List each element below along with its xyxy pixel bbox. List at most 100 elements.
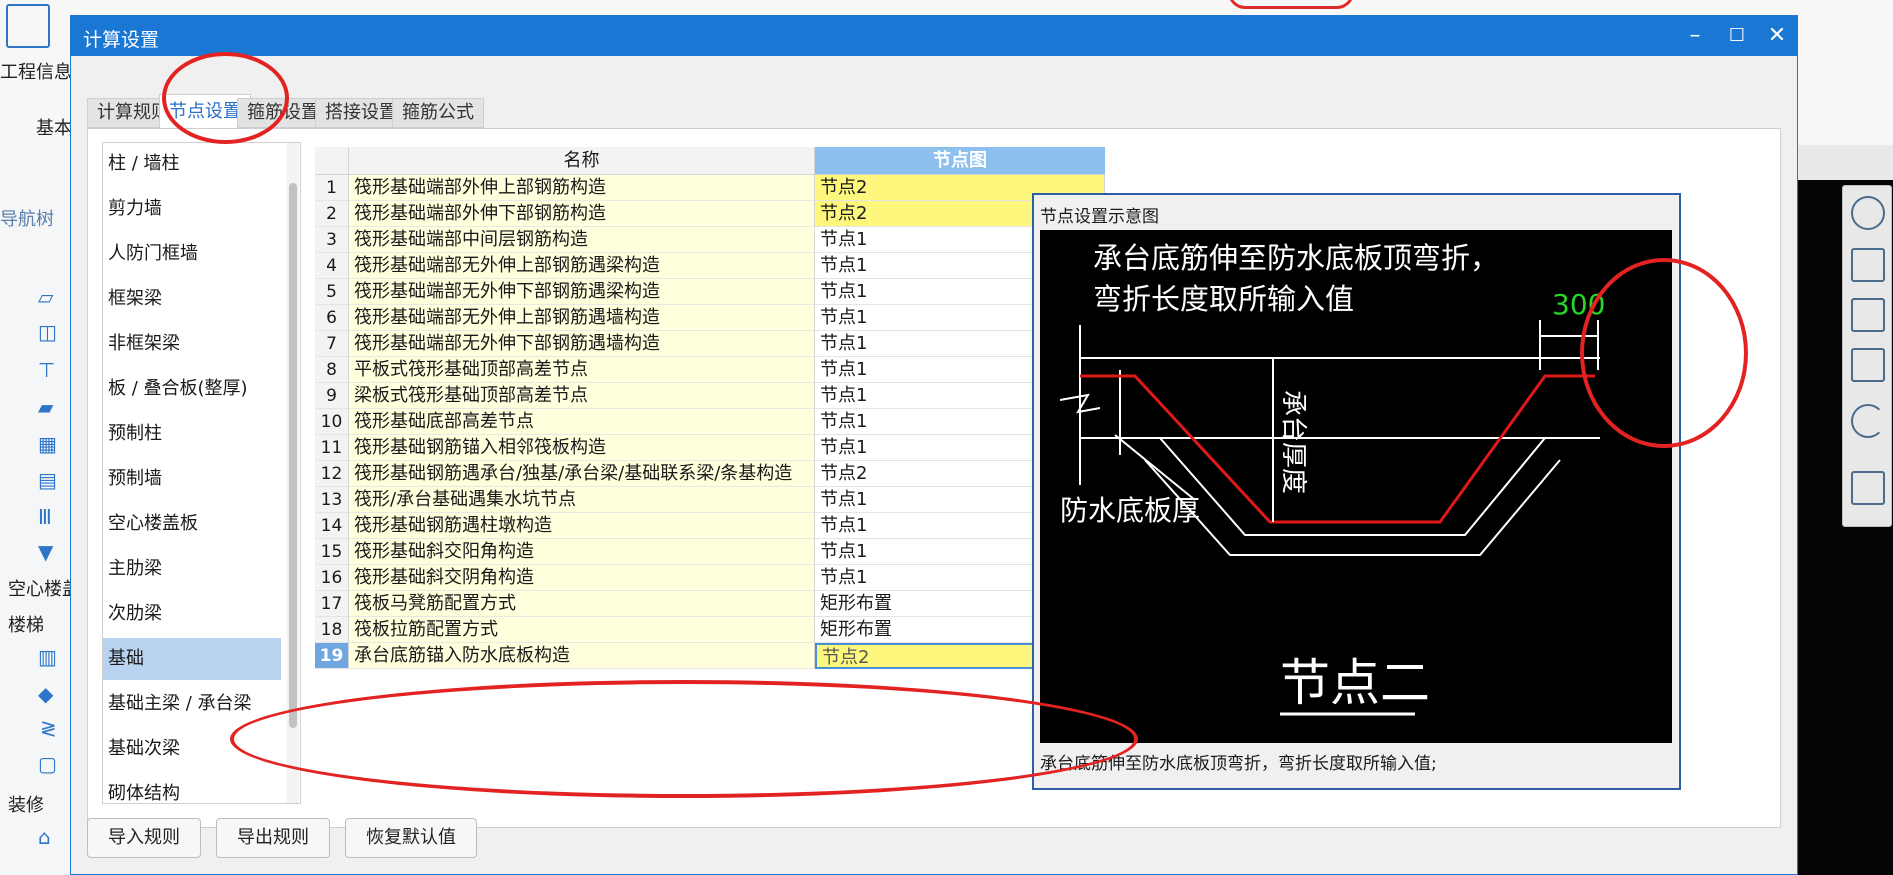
row-name: 筏形基础钢筋锚入相邻筏板构造 xyxy=(349,435,815,461)
table-row[interactable]: 15 筏形基础斜交阳角构造 节点1 xyxy=(315,539,1105,565)
maximize-button[interactable]: ☐ xyxy=(1717,21,1757,51)
row-number: 3 xyxy=(315,227,349,253)
table-row[interactable]: 16 筏形基础斜交阴角构造 节点1 xyxy=(315,565,1105,591)
rotate-icon[interactable] xyxy=(1851,404,1885,438)
row-name: 筏形基础端部无外伸上部钢筋遇梁构造 xyxy=(349,253,815,279)
table-row[interactable]: 3 筏形基础端部中间层钢筋构造 节点1 xyxy=(315,227,1105,253)
left-nav-panel xyxy=(0,145,70,875)
node-diagram: 承台底筋伸至防水底板顶弯折， 弯折长度取所输入值 300 承台厚度 防水底板厚 … xyxy=(1040,230,1672,743)
row-name: 筏形基础端部无外伸上部钢筋遇墙构造 xyxy=(349,305,815,331)
row-number: 11 xyxy=(315,435,349,461)
category-item[interactable]: 板 / 叠合板(整厚) xyxy=(103,368,281,410)
nav-tree-label: 导航树 xyxy=(0,209,54,230)
layer-view-icon[interactable] xyxy=(1851,471,1885,505)
nav-home-icon[interactable]: ⌂ xyxy=(38,825,51,849)
table-row[interactable]: 10 筏形基础底部高差节点 节点1 xyxy=(315,409,1105,435)
orbit-icon[interactable] xyxy=(1851,196,1885,230)
diagram-waterproof-label: 防水底板厚 xyxy=(1060,494,1200,527)
category-scrollbar[interactable] xyxy=(287,143,299,803)
row-name: 筏形基础钢筋遇承台/独基/承台梁/基础联系梁/条基构造 xyxy=(349,461,815,487)
category-item[interactable]: 次肋梁 xyxy=(103,593,281,635)
nav-pile-icon[interactable]: ▤ xyxy=(38,468,57,492)
table-row[interactable]: 2 筏形基础端部外伸下部钢筋构造 节点2 xyxy=(315,201,1105,227)
category-item[interactable]: 基础主梁 / 承台梁 xyxy=(103,683,281,725)
row-name: 承台底筋锚入防水底板构造 xyxy=(349,643,815,669)
diagram-node-title: 节点二 xyxy=(1280,654,1430,712)
box-view-icon[interactable] xyxy=(1851,298,1885,332)
table-row[interactable]: 11 筏形基础钢筋锚入相邻筏板构造 节点1 xyxy=(315,435,1105,461)
category-item[interactable]: 砌体结构 xyxy=(103,773,281,803)
pit-outer-outline xyxy=(1144,459,1561,556)
annotation-circle-top xyxy=(1228,0,1354,9)
diagram-thickness-label: 承台厚度 xyxy=(1278,390,1308,494)
restore-defaults-button[interactable]: 恢复默认值 xyxy=(345,818,477,858)
dialog-titlebar[interactable]: 计算设置 – ☐ ✕ xyxy=(71,16,1797,56)
category-scroll-thumb[interactable] xyxy=(289,183,297,728)
table-row[interactable]: 18 筏板拉筋配置方式 矩形布置 xyxy=(315,617,1105,643)
table-row[interactable]: 14 筏形基础钢筋遇柱墩构造 节点1 xyxy=(315,513,1105,539)
grid-header-name[interactable]: 名称 xyxy=(349,147,815,175)
row-number: 16 xyxy=(315,565,349,591)
table-row[interactable]: 5 筏形基础端部无外伸下部钢筋遇梁构造 节点1 xyxy=(315,279,1105,305)
node-preview-panel: 节点设置示意图 承台底筋伸至防水底板顶弯折， 弯折长度取所输入值 300 承台厚… xyxy=(1032,193,1681,790)
category-item[interactable]: 非框架梁 xyxy=(103,323,281,365)
table-row[interactable]: 8 平板式筏形基础顶部高差节点 节点1 xyxy=(315,357,1105,383)
category-item[interactable]: 基础 xyxy=(103,638,281,680)
project-info-icon[interactable] xyxy=(6,4,50,48)
nav-foundation-icon[interactable]: ▦ xyxy=(38,432,57,456)
nav-item-stairs[interactable]: 楼梯 xyxy=(8,611,44,637)
category-item[interactable]: 剪力墙 xyxy=(103,188,281,230)
table-row[interactable]: 1 筏形基础端部外伸上部钢筋构造 节点2 xyxy=(315,175,1105,201)
table-row[interactable]: 12 筏形基础钢筋遇承台/独基/承台梁/基础联系梁/条基构造 节点2 xyxy=(315,461,1105,487)
dialog-title: 计算设置 xyxy=(83,29,160,51)
category-item[interactable]: 主肋梁 xyxy=(103,548,281,590)
row-name: 平板式筏形基础顶部高差节点 xyxy=(349,357,815,383)
table-row[interactable]: 6 筏形基础端部无外伸上部钢筋遇墙构造 节点1 xyxy=(315,305,1105,331)
category-item[interactable]: 空心楼盖板 xyxy=(103,503,281,545)
nav-beam-icon[interactable]: ▱ xyxy=(38,285,53,309)
nav-room-icon[interactable]: ▢ xyxy=(38,752,57,776)
category-item[interactable]: 基础次梁 xyxy=(103,728,281,770)
nav-strip-icon[interactable]: Ⅲ xyxy=(38,505,52,529)
view-3d-icon[interactable] xyxy=(1851,248,1885,282)
table-row[interactable]: 4 筏形基础端部无外伸上部钢筋遇梁构造 节点1 xyxy=(315,253,1105,279)
category-item[interactable]: 柱 / 墙柱 xyxy=(103,143,281,185)
diagram-dimension-value: 300 xyxy=(1552,288,1605,321)
row-name: 筏形基础端部外伸上部钢筋构造 xyxy=(349,175,815,201)
row-name: 筏板马凳筋配置方式 xyxy=(349,591,815,617)
cube-icon[interactable] xyxy=(1851,348,1885,382)
grid-header-node[interactable]: 节点图 xyxy=(815,147,1105,175)
row-name: 筏形基础斜交阴角构造 xyxy=(349,565,815,591)
grid-corner xyxy=(315,147,349,175)
table-row[interactable]: 7 筏形基础端部无外伸下部钢筋遇墙构造 节点1 xyxy=(315,331,1105,357)
nav-wall-icon[interactable]: ◫ xyxy=(38,320,57,344)
category-item[interactable]: 人防门框墙 xyxy=(103,233,281,275)
category-item[interactable]: 框架梁 xyxy=(103,278,281,320)
nav-column-icon[interactable]: ⊤ xyxy=(38,358,55,382)
tab-stirrup-formula[interactable]: 箍筋公式 xyxy=(392,98,484,128)
nav-ramp-icon[interactable]: ◆ xyxy=(38,682,53,706)
import-rules-button[interactable]: 导入规则 xyxy=(87,818,201,858)
ribbon-project-info[interactable]: 工程信息 xyxy=(0,58,72,84)
nav-stair-icon[interactable]: ▥ xyxy=(38,645,57,669)
minimize-button[interactable]: – xyxy=(1675,21,1715,51)
export-rules-button[interactable]: 导出规则 xyxy=(216,818,330,858)
row-number: 12 xyxy=(315,461,349,487)
category-item[interactable]: 预制柱 xyxy=(103,413,281,455)
nav-zigzag-icon[interactable]: ≷ xyxy=(40,716,57,740)
close-button[interactable]: ✕ xyxy=(1757,21,1797,51)
diagram-caption-2: 弯折长度取所输入值 xyxy=(1093,282,1354,316)
nav-funnel-icon[interactable]: ▼ xyxy=(38,540,53,564)
nav-item-decoration[interactable]: 装修 xyxy=(8,791,44,817)
table-row[interactable]: 19 承台底筋锚入防水底板构造 节点2 xyxy=(315,643,1105,669)
table-row[interactable]: 17 筏板马凳筋配置方式 矩形布置 xyxy=(315,591,1105,617)
canvas-header xyxy=(1797,145,1893,180)
diagram-caption-1: 承台底筋伸至防水底板顶弯折， xyxy=(1093,241,1499,275)
preview-title: 节点设置示意图 xyxy=(1040,207,1159,227)
category-item[interactable]: 预制墙 xyxy=(103,458,281,500)
row-number: 6 xyxy=(315,305,349,331)
row-number: 10 xyxy=(315,409,349,435)
nav-slab-icon[interactable]: ▰ xyxy=(38,395,53,419)
table-row[interactable]: 13 筏形/承台基础遇集水坑节点 节点1 xyxy=(315,487,1105,513)
table-row[interactable]: 9 梁板式筏形基础顶部高差节点 节点1 xyxy=(315,383,1105,409)
